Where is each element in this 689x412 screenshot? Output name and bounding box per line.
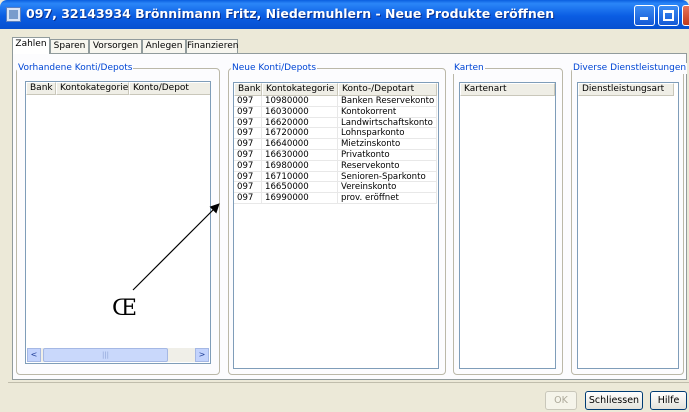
annotation-arrow <box>132 203 220 291</box>
tab-zahlen[interactable]: Zahlen <box>12 37 50 54</box>
annotation-marker: Œ <box>112 296 138 321</box>
